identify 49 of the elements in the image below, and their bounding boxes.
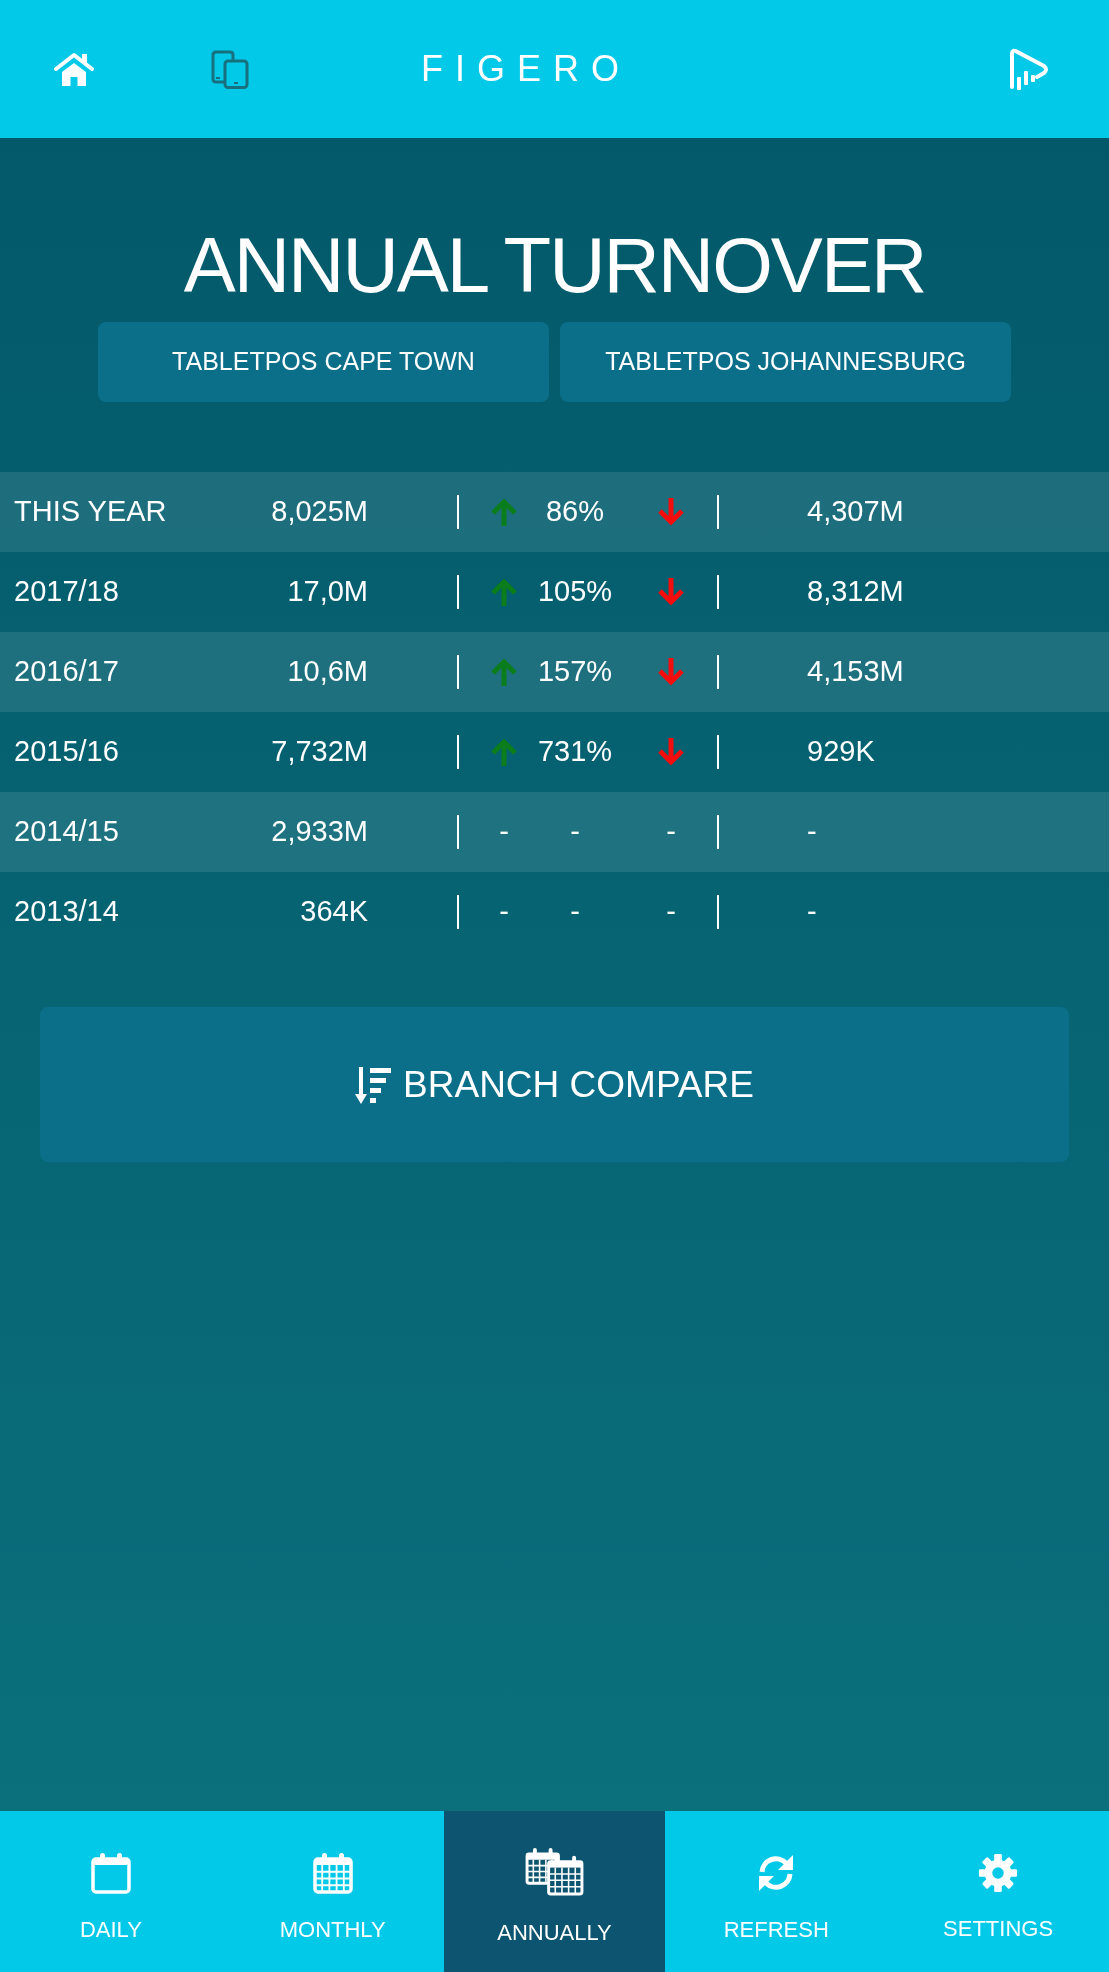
- change-percent: 157%: [536, 654, 614, 690]
- compare-value: 8,312M: [807, 574, 904, 610]
- calendar-grid-icon: [310, 1851, 355, 1895]
- devices-icon[interactable]: [211, 49, 249, 89]
- turnover-value: 17,0M: [286, 574, 368, 610]
- no-data-dash: -: [665, 814, 677, 850]
- down-arrow-icon: [657, 497, 685, 527]
- compare-value: -: [807, 814, 817, 850]
- compare-value: 929K: [807, 734, 875, 770]
- no-data-dash: -: [498, 894, 510, 930]
- no-data-dash: -: [665, 894, 677, 930]
- period-label: 2014/15: [14, 814, 120, 850]
- calendars-icon: [525, 1847, 584, 1896]
- up-arrow-icon: [490, 577, 518, 607]
- down-arrow-icon: [657, 657, 685, 687]
- change-percent: -: [569, 814, 581, 850]
- change-percent: 731%: [536, 734, 614, 770]
- up-arrow-icon: [490, 497, 518, 527]
- up-arrow-icon: [490, 737, 518, 767]
- no-data-dash: -: [498, 814, 510, 850]
- turnover-value: 364K: [299, 894, 368, 930]
- period-label: 2017/18: [14, 574, 120, 610]
- turnover-value: 7,732M: [270, 734, 368, 770]
- change-percent: 105%: [536, 574, 614, 610]
- period-label: 2013/14: [14, 894, 120, 930]
- compare-value: 4,307M: [807, 494, 904, 530]
- compare-value: 4,153M: [807, 654, 904, 690]
- branch-button[interactable]: TABLETPOS JOHANNESBURG: [560, 322, 1011, 402]
- turnover-value: 8,025M: [270, 494, 368, 530]
- branch-button[interactable]: TABLETPOS CAPE TOWN: [98, 322, 549, 402]
- down-arrow-icon: [657, 577, 685, 607]
- branch-compare-button[interactable]: BRANCH COMPARE: [40, 1007, 1069, 1162]
- calendar-icon: [88, 1851, 133, 1895]
- sort-descending-icon: [355, 1065, 393, 1104]
- period-label: THIS YEAR: [14, 494, 168, 530]
- down-arrow-icon: [657, 737, 685, 767]
- compare-value: -: [807, 894, 817, 930]
- up-arrow-icon: [490, 657, 518, 687]
- home-icon[interactable]: [54, 51, 94, 87]
- change-percent: 86%: [544, 494, 605, 530]
- change-percent: -: [569, 894, 581, 930]
- settings-icon: [977, 1852, 1020, 1894]
- page-title: ANNUAL TURNOVER: [182, 226, 927, 304]
- turnover-value: 2,933M: [270, 814, 368, 850]
- turnover-value: 10,6M: [286, 654, 368, 690]
- logo: FIGERO: [421, 49, 631, 89]
- period-label: 2015/16: [14, 734, 120, 770]
- period-label: 2016/17: [14, 654, 120, 690]
- nav-tab[interactable]: ANNUALLY: [443, 1811, 666, 1972]
